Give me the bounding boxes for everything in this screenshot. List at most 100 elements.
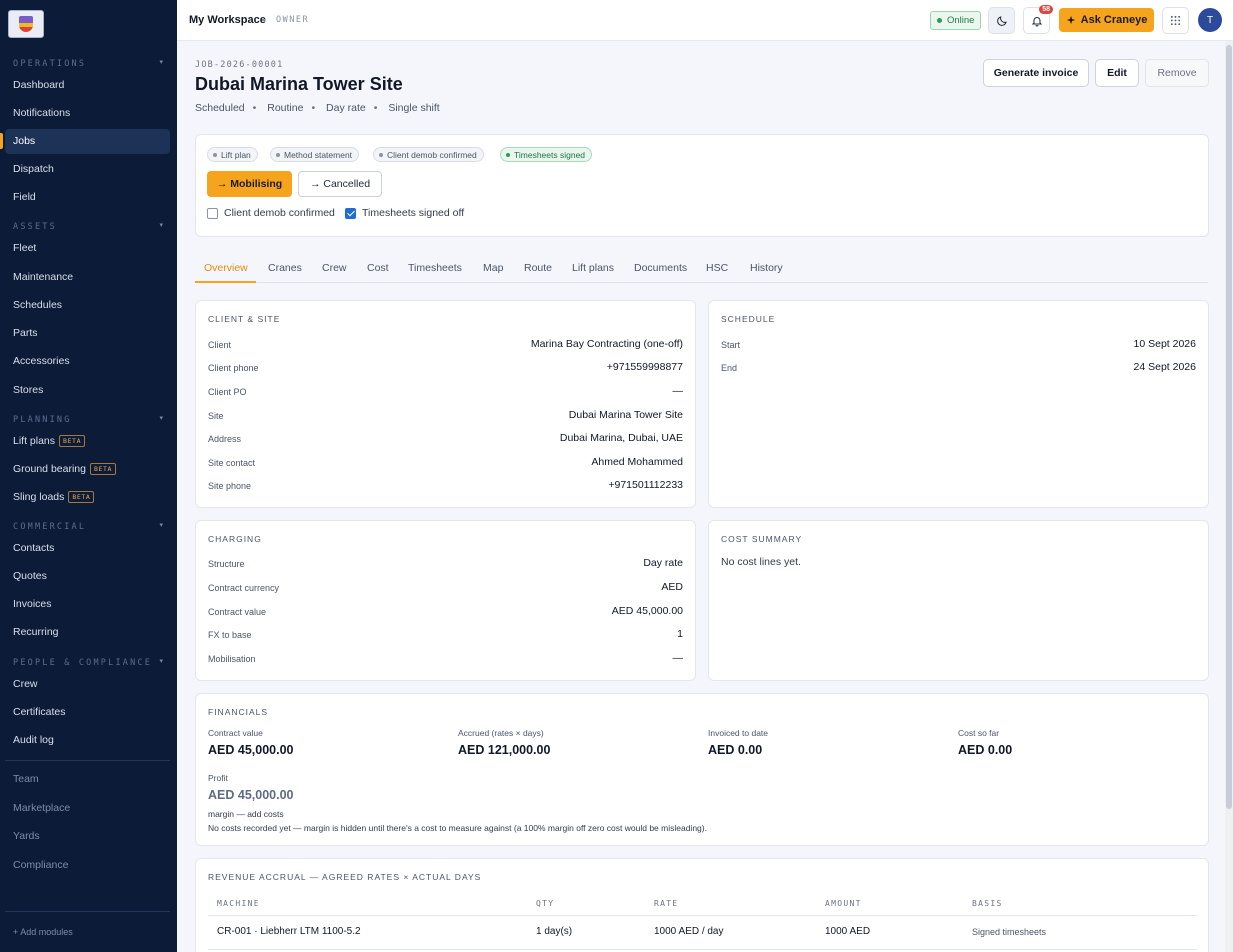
- sidebar-item-ground-bearing[interactable]: Ground bearing BETA: [13, 463, 117, 475]
- notifications-button[interactable]: 58: [1023, 5, 1053, 34]
- chevron-down-icon[interactable]: ▾: [159, 221, 163, 229]
- tab-crew[interactable]: Crew: [322, 262, 347, 274]
- sidebar-item-dashboard[interactable]: Dashboard: [13, 79, 64, 91]
- sidebar-item-audit-log[interactable]: Audit log: [13, 734, 54, 746]
- column-header: MACHINE: [217, 899, 260, 908]
- start-date-value: 10 Sept 2026: [1133, 338, 1196, 350]
- sidebar-item-field[interactable]: Field: [13, 191, 36, 203]
- topbar: My Workspace · OWNER Online 58 Ask Crane…: [177, 0, 1233, 41]
- sidebar-item-label: Ground bearing: [13, 463, 86, 475]
- chevron-down-icon[interactable]: ▾: [159, 414, 163, 422]
- sidebar-active-indicator: [0, 133, 3, 149]
- sidebar-item-certificates[interactable]: Certificates: [13, 706, 66, 718]
- chevron-down-icon[interactable]: ▾: [159, 521, 163, 529]
- chip-client-demob: Client demob confirmed: [373, 147, 484, 162]
- ask-craneye-button[interactable]: Ask Craneye: [1059, 8, 1154, 32]
- generate-invoice-button[interactable]: Generate invoice: [983, 59, 1089, 87]
- sidebar-item-recurring[interactable]: Recurring: [13, 626, 59, 638]
- bell-icon: [1031, 16, 1042, 26]
- theme-toggle-button[interactable]: [988, 7, 1015, 34]
- transition-cancelled-button[interactable]: → Cancelled: [298, 171, 382, 197]
- main-content: JOB-2026-00001 Dubai Marina Tower Site S…: [177, 41, 1233, 952]
- card-title: REVENUE ACCRUAL — AGREED RATES × ACTUAL …: [208, 872, 482, 882]
- checkbox[interactable]: [207, 207, 218, 219]
- sidebar-item-contacts[interactable]: Contacts: [13, 542, 54, 554]
- check-client-demob[interactable]: Client demob confirmed: [207, 207, 335, 219]
- charging-card: CHARGING Structure Day rate Contract cur…: [195, 520, 696, 681]
- rate-cell: 1000 AED / day: [654, 926, 724, 937]
- page-title: Dubai Marina Tower Site: [195, 74, 403, 94]
- tab-timesheets[interactable]: Timesheets: [408, 262, 462, 274]
- sidebar-item-crew[interactable]: Crew: [13, 678, 38, 690]
- apps-grid-button[interactable]: [1162, 7, 1189, 34]
- chip-timesheets-signed: Timesheets signed: [500, 147, 593, 162]
- job-priority: Routine: [267, 102, 304, 114]
- amount-cell: 1000 AED: [825, 926, 871, 937]
- field-label: FX to base: [208, 630, 252, 640]
- tab-lift-plans[interactable]: Lift plans: [572, 262, 614, 274]
- ask-craneye-label: Ask Craneye: [1080, 14, 1148, 26]
- sidebar-item-yards[interactable]: Yards: [13, 830, 40, 842]
- sidebar-item-lift-plans[interactable]: Lift plans BETA: [13, 435, 86, 447]
- app-logo[interactable]: [8, 10, 44, 38]
- tab-cost[interactable]: Cost: [367, 262, 389, 274]
- beta-badge: BETA: [59, 435, 86, 447]
- tab-route[interactable]: Route: [524, 262, 552, 274]
- machine-cell: CR-001 · Liebherr LTM 1100-5.2: [217, 926, 361, 937]
- notification-count-badge: 58: [1039, 5, 1053, 14]
- card-title: FINANCIALS: [208, 707, 269, 717]
- sidebar-item-fleet[interactable]: Fleet: [13, 242, 36, 254]
- sidebar-item-accessories[interactable]: Accessories: [13, 355, 70, 367]
- edit-button[interactable]: Edit: [1095, 59, 1139, 87]
- job-status: Scheduled: [195, 102, 245, 114]
- sidebar-item-dispatch[interactable]: Dispatch: [13, 163, 54, 175]
- sidebar-item-notifications[interactable]: Notifications: [13, 107, 70, 119]
- grid-icon: [1170, 15, 1181, 26]
- sidebar-item-schedules[interactable]: Schedules: [13, 299, 62, 311]
- sidebar-item-stores[interactable]: Stores: [13, 384, 43, 396]
- column-header: BASIS: [972, 899, 1003, 908]
- scrollbar-thumb[interactable]: [1226, 45, 1232, 809]
- section-title-planning: PLANNING: [13, 415, 72, 425]
- sidebar-item-maintenance[interactable]: Maintenance: [13, 271, 73, 283]
- check-timesheets-signed[interactable]: Timesheets signed off: [345, 207, 464, 219]
- sidebar-item-parts[interactable]: Parts: [13, 327, 38, 339]
- structure-value: Day rate: [643, 557, 683, 569]
- sidebar-item-compliance[interactable]: Compliance: [13, 859, 68, 871]
- qty-cell: 1 day(s): [536, 926, 573, 937]
- profit-stat: AED 45,000.00: [208, 788, 294, 802]
- card-title: CLIENT & SITE: [208, 314, 281, 324]
- table-divider: [208, 915, 1197, 916]
- table-divider: [208, 949, 1197, 950]
- sidebar-item-invoices[interactable]: Invoices: [13, 598, 52, 610]
- sidebar-item-sling-loads[interactable]: Sling loads BETA: [13, 491, 95, 503]
- tab-cranes[interactable]: Cranes: [268, 262, 302, 274]
- chevron-down-icon[interactable]: ▾: [159, 58, 163, 66]
- sidebar-item-quotes[interactable]: Quotes: [13, 570, 47, 582]
- tab-overview[interactable]: Overview: [204, 262, 248, 274]
- tab-hsc[interactable]: HSC: [706, 262, 728, 274]
- chevron-down-icon[interactable]: ▾: [159, 657, 163, 665]
- chip-label: Lift plan: [221, 149, 251, 160]
- section-title-commercial: COMMERCIAL: [13, 522, 87, 532]
- workspace-name[interactable]: My Workspace: [189, 14, 266, 26]
- tab-documents[interactable]: Documents: [634, 262, 687, 274]
- sidebar-item-marketplace[interactable]: Marketplace: [13, 802, 70, 814]
- sidebar-item-jobs[interactable]: Jobs: [13, 135, 35, 147]
- avatar[interactable]: T: [1198, 8, 1222, 32]
- field-label: Start: [721, 340, 741, 350]
- tab-bar: Overview Cranes Crew Cost Timesheets Map…: [195, 255, 1208, 283]
- add-modules-button[interactable]: + Add modules: [13, 927, 73, 937]
- checkbox-checked[interactable]: [345, 207, 356, 219]
- sidebar-item-team[interactable]: Team: [13, 773, 39, 785]
- remove-button[interactable]: Remove: [1145, 59, 1209, 87]
- card-title: CHARGING: [208, 534, 262, 544]
- tab-map[interactable]: Map: [483, 262, 503, 274]
- transition-mobilising-button[interactable]: → Mobilising: [207, 171, 292, 197]
- accrued-stat: AED 121,000.00: [458, 743, 551, 757]
- section-title-people-compliance: PEOPLE & COMPLIANCE: [13, 658, 153, 668]
- client-value: Marina Bay Contracting (one-off): [530, 338, 683, 350]
- tab-history[interactable]: History: [750, 262, 783, 274]
- financials-footnote: No costs recorded yet — margin is hidden…: [208, 823, 707, 833]
- financials-card: FINANCIALS Contract value AED 45,000.00 …: [195, 693, 1209, 846]
